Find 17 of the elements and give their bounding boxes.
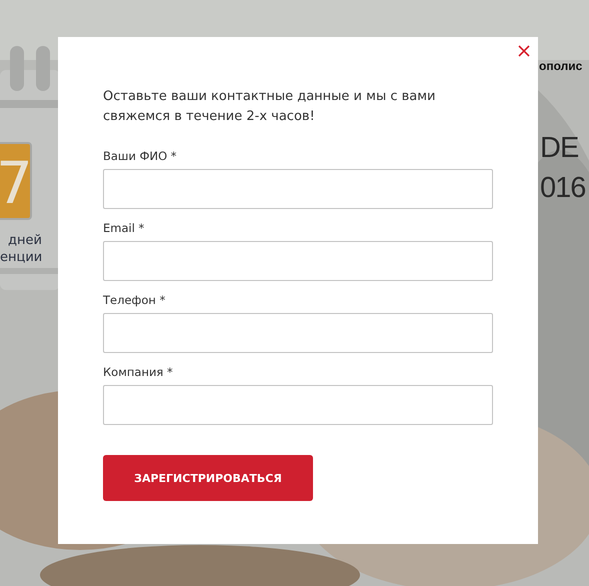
day-badge: 7 (0, 142, 32, 220)
field-label: Телефон * (103, 293, 166, 307)
field-label: Email * (103, 221, 146, 235)
caption-text: енции (0, 249, 42, 266)
heading-text: ополис (539, 59, 582, 73)
title-text: 016 (540, 171, 586, 206)
close-icon[interactable] (518, 45, 530, 57)
input-field[interactable] (103, 385, 493, 425)
field-label: Компания * (103, 365, 174, 379)
field-label: Ваши ФИО * (103, 149, 178, 163)
title-text: DE (540, 131, 580, 166)
intro-text: Оставьте ваши контактные данные и мы с вами свяжемся в течение 2-х часов! (103, 88, 437, 126)
register-button[interactable]: ЗАРЕГИСТРИРОВАТЬСЯ (103, 455, 313, 501)
input-field[interactable] (103, 313, 493, 353)
caption-text: дней (7, 232, 42, 249)
input-field[interactable] (103, 241, 493, 281)
input-field[interactable] (103, 169, 493, 209)
